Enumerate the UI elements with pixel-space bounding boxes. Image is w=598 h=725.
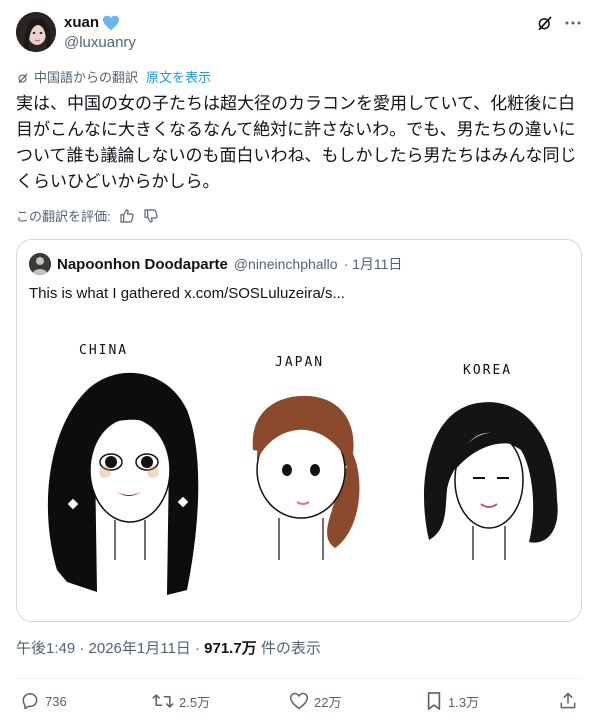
quoted-author-handle[interactable]: @nineinchphallo [234, 256, 338, 272]
action-bar: 736 2.5万 22万 1.3万 [16, 678, 582, 714]
quoted-illustration[interactable]: CHINA JAPAN KOREA [17, 320, 581, 622]
repost-count: 2.5万 [179, 694, 211, 710]
share-icon [560, 692, 576, 709]
translation-label: 中国語からの翻訳 [34, 70, 139, 85]
author-handle[interactable]: @luxuanry [64, 33, 136, 53]
quoted-author-name[interactable]: Napoonhon Doodaparte [57, 256, 228, 273]
like-button[interactable]: 22万 [289, 691, 341, 711]
author-name-text[interactable]: xuan [64, 13, 99, 33]
repost-icon [152, 694, 174, 708]
translate-icon [18, 73, 28, 84]
quoted-header: Napoonhon Doodaparte @nineinchphallo · 1… [29, 253, 402, 275]
translation-note: 中国語からの翻訳 原文を表示 [16, 70, 211, 86]
reply-count: 736 [45, 693, 67, 709]
tweet-text: 実は、中国の女の子たちは超大径のカラコンを愛用していて、化粧後に白目がこんなに大… [16, 94, 577, 191]
bookmark-button[interactable]: 1.3万 [425, 691, 479, 711]
label-china: CHINA [79, 343, 128, 358]
like-count: 22万 [314, 694, 342, 710]
rate-translation: この翻訳を評価: [16, 206, 159, 225]
tweet-header: xuan @luxuanry [16, 12, 582, 54]
tweet-timestamp[interactable]: 午後1:49 · 2026年1月11日 · [16, 640, 204, 657]
bookmark-count: 1.3万 [448, 694, 480, 710]
rate-label: この翻訳を評価: [16, 209, 111, 224]
view-suffix: 件の表示 [256, 640, 321, 657]
repost-button[interactable]: 2.5万 [152, 691, 210, 711]
thumbs-up-icon[interactable] [119, 208, 135, 224]
label-japan: JAPAN [275, 355, 324, 370]
show-original-link[interactable]: 原文を表示 [146, 70, 211, 86]
tweet-meta: 午後1:49 · 2026年1月11日 · 971.7万 件の表示 [16, 639, 321, 659]
author-names: xuan @luxuanry [64, 13, 136, 53]
quoted-text: This is what I gathered x.com/SOSLuluzei… [29, 285, 345, 302]
reply-button[interactable]: 736 [20, 691, 67, 711]
author-display-name[interactable]: xuan [64, 13, 136, 33]
share-button[interactable] [558, 691, 578, 711]
grok-icon[interactable] [536, 14, 554, 32]
quoted-tweet[interactable]: Napoonhon Doodaparte @nineinchphallo · 1… [16, 239, 582, 622]
bookmark-icon [427, 692, 441, 710]
heart-icon [103, 15, 120, 31]
thumbs-down-icon[interactable] [143, 208, 159, 224]
quoted-avatar[interactable] [29, 253, 51, 275]
heart-outline-icon [289, 692, 309, 710]
reply-icon [22, 693, 38, 710]
author-avatar[interactable] [16, 12, 56, 52]
quoted-date[interactable]: · 1月11日 [344, 254, 403, 274]
more-icon[interactable] [564, 14, 582, 32]
view-count: 971.7万 [204, 640, 257, 657]
label-korea: KOREA [463, 363, 512, 378]
